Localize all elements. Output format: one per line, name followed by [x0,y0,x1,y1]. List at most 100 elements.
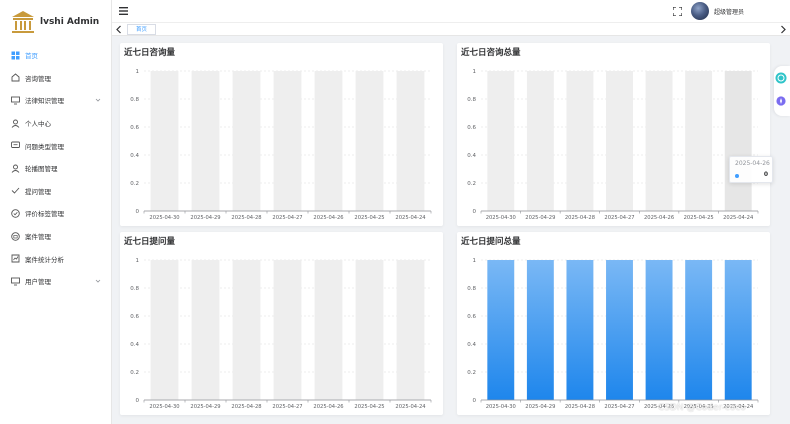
x-tick-label: 2025-04-28 [231,215,261,221]
chevron-right-icon[interactable] [779,25,787,34]
sidebar-item-label: 首页 [25,52,38,61]
chart-svg: 0 0.2 0.4 0.6 0.8 1 2025-04-30 2025-04-29 2025-0… [130,258,432,410]
y-tick-label: 0 [136,398,140,404]
x-tick-label: 2025-04-28 [231,404,261,410]
bar-background [232,260,261,400]
fullscreen-icon[interactable] [673,7,682,16]
y-tick-label: 0.6 [130,314,139,320]
bar-background [526,71,554,211]
x-tick-label: 2025-04-26 [313,215,343,221]
y-tick-label: 0.8 [130,97,139,103]
y-tick-label: 0.2 [130,181,139,187]
brand[interactable]: lvshi Admin [0,0,111,44]
chevron-down-icon [95,98,101,102]
x-tick-label: 2025-04-29 [190,215,220,221]
y-tick-label: 0.8 [130,286,139,292]
x-tick-label: 2025-04-28 [565,404,595,410]
y-tick-label: 0 [473,398,477,404]
bar-background [191,71,220,211]
bar-background [645,71,673,211]
bar-background [273,71,302,211]
bar-background [150,71,179,211]
chart-panel-question-total: 近七日提问总量 0 0.2 0.4 0.6 0.8 1 2025-04-30 2025-04-… [457,232,770,415]
y-tick-label: 0 [473,209,477,215]
monitor-icon [11,277,20,286]
avatar[interactable] [691,2,709,20]
x-tick-label: 2025-04-30 [149,215,179,221]
bar-background [232,71,261,211]
sidebar-item[interactable]: 用户管理 [0,270,111,293]
bar [724,260,752,400]
y-tick-label: 0.4 [467,153,476,159]
user-icon [11,164,20,173]
hamburger-icon[interactable] [119,7,128,15]
y-tick-label: 0.4 [130,342,139,348]
bar [487,260,515,400]
bar-background [685,71,713,211]
y-tick-label: 0 [136,209,140,215]
bar-background [150,260,179,400]
chevron-down-icon [95,279,101,283]
sidebar-item[interactable]: 问题类型管理 [0,134,111,157]
bar-background [396,260,425,400]
x-tick-label: 2025-04-28 [565,215,595,221]
y-tick-label: 1 [136,258,140,264]
chevron-left-icon[interactable] [115,25,123,34]
bar [645,260,673,400]
sidebar-item[interactable]: 案件统计分析 [0,247,111,270]
chat-icon [11,141,20,149]
sidebar-item[interactable]: 案件管理 [0,225,111,248]
x-tick-label: 2025-04-24 [395,215,426,221]
chart-icon [11,254,20,263]
extension-icon[interactable] [776,96,786,106]
sidebar-item-label: 法律知识管理 [25,97,64,106]
sidebar: lvshi Admin 首页咨询管理法律知识管理个人中心 问题类型管理 轮播图管理提… [0,0,112,424]
x-tick-label: 2025-04-27 [272,404,302,410]
sidebar-item-label: 提问管理 [25,187,51,196]
bar-background [314,71,343,211]
sidebar-item[interactable]: 提问管理 [0,180,111,203]
y-tick-label: 0.6 [467,314,476,320]
sidebar-item-label: 咨询管理 [25,74,51,83]
home-icon [11,73,20,82]
x-tick-label: 2025-04-27 [604,404,634,410]
bar-background [314,260,343,400]
tab-home[interactable]: 首页 [127,24,157,35]
chart-tooltip: 2025-04-26 0 [729,156,773,183]
top-header: 超级管理员 [112,0,790,22]
x-tick-label: 2025-04-29 [525,215,555,221]
y-tick-label: 0.8 [467,286,476,292]
y-tick-label: 0.6 [130,125,139,131]
x-tick-label: 2025-04-30 [486,404,516,410]
x-tick-label: 2025-04-25 [684,215,714,221]
sidebar-item[interactable]: 法律知识管理 [0,89,111,112]
tooltip-series-dot [735,174,739,178]
court-logo-icon [12,11,34,33]
x-tick-label: 2025-04-30 [486,215,516,221]
y-tick-label: 0.4 [467,342,476,348]
bar-background [191,260,220,400]
bar-background [487,71,515,211]
bar-background [355,260,384,400]
chart-svg: 0 0.2 0.4 0.6 0.8 1 2025-04-30 2025-04-29 2025-0… [467,69,759,221]
sidebar-item[interactable]: 轮播图管理 [0,157,111,180]
sidebar-item[interactable]: 首页 [0,44,111,67]
y-tick-label: 0.6 [467,125,476,131]
sidebar-item[interactable]: 个人中心 [0,112,111,135]
sidebar-item-label: 评价标签管理 [25,210,64,219]
y-tick-label: 1 [136,69,140,75]
y-tick-label: 0.8 [467,97,476,103]
x-tick-label: 2025-04-30 [149,404,179,410]
chart-svg: 0 0.2 0.4 0.6 0.8 1 2025-04-30 2025-04-29 2025-0… [130,69,432,221]
chart-panel-consult-total: 近七日咨询总量 0 0.2 0.4 0.6 0.8 1 2025-04-30 2025-04-… [457,43,770,226]
tags-view: 首页 [112,22,790,36]
sidebar-item-label: 用户管理 [25,278,51,287]
bar-background [724,71,752,211]
sidebar-item[interactable]: 评价标签管理 [0,202,111,225]
sidebar-item[interactable]: 咨询管理 [0,67,111,90]
tooltip-date: 2025-04-26 [735,160,770,167]
briefcase-icon [11,231,20,241]
username[interactable]: 超级管理员 [714,7,744,16]
assistant-icon[interactable] [775,72,787,84]
x-tick-label: 2025-04-29 [190,404,220,410]
